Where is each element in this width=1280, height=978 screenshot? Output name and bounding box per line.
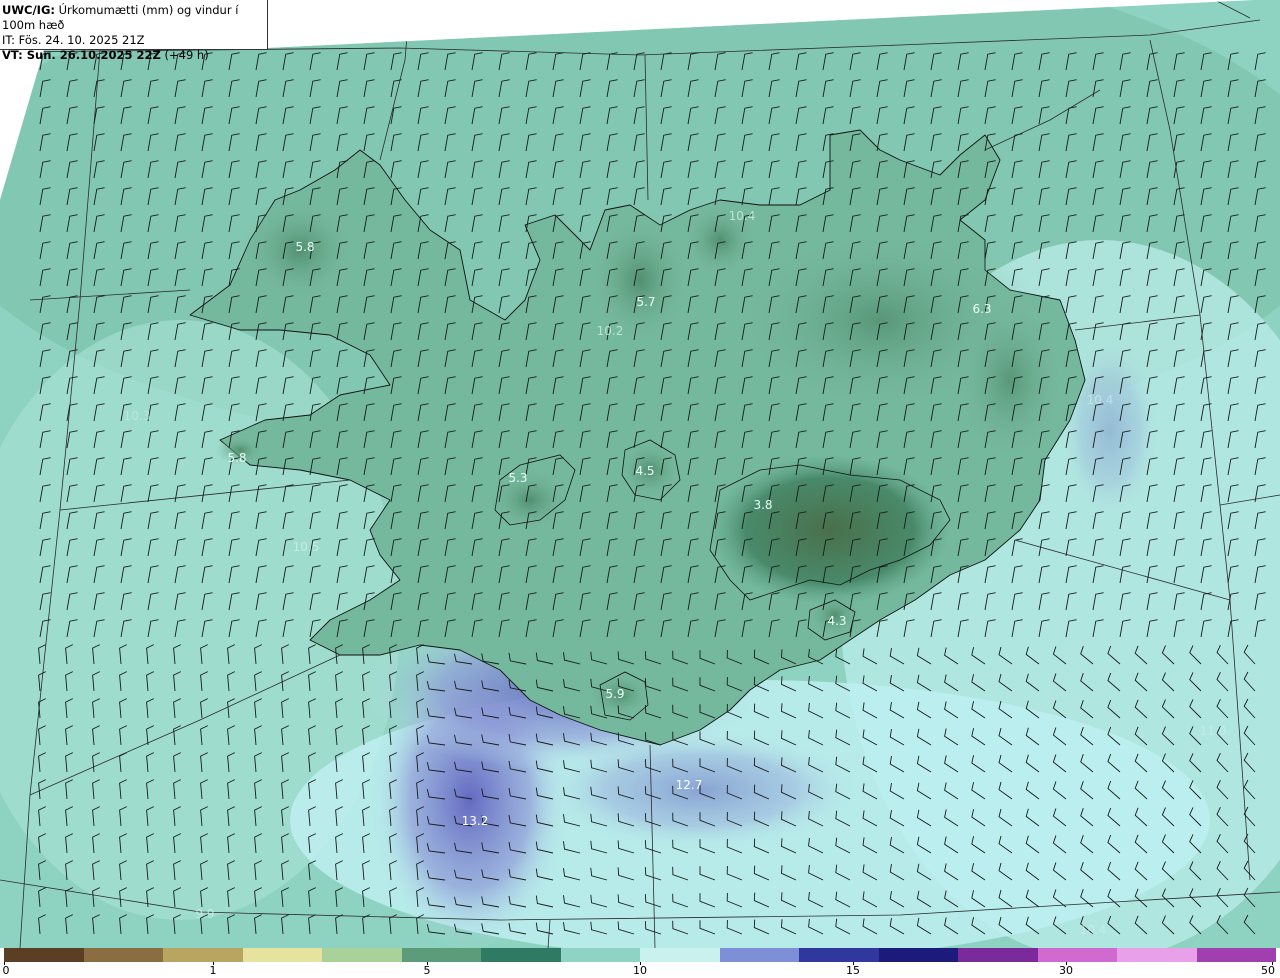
value-label: 10.4 xyxy=(729,209,756,223)
value-label: 10.5 xyxy=(293,540,320,554)
colorbar-tick-label: 0 xyxy=(2,964,10,977)
value-label: 11.0 xyxy=(1200,724,1227,738)
value-label: 5.7 xyxy=(636,295,655,309)
colorbar-tick-label: 50 xyxy=(1261,964,1275,977)
product-label: UWC/IG: xyxy=(2,3,55,17)
colorbar-segment xyxy=(719,948,799,962)
value-label: 5.8 xyxy=(295,240,314,254)
colorbar-segment xyxy=(163,948,243,962)
value-label: 4.5 xyxy=(635,464,654,478)
value-label: 10.2 xyxy=(597,324,624,338)
colorbar-strip xyxy=(4,948,1276,962)
value-label: 5.9 xyxy=(605,687,624,701)
colorbar-segment xyxy=(481,948,561,962)
colorbar-tick-label: 10 xyxy=(633,964,647,977)
colorbar-tick-label: 15 xyxy=(846,964,860,977)
value-label: 5.8 xyxy=(227,451,246,465)
colorbar-segment xyxy=(242,948,322,962)
lead-time: (+49 h) xyxy=(164,48,209,62)
value-label: 6.3 xyxy=(972,302,991,316)
colorbar-segment xyxy=(640,948,720,962)
map-title-box: UWC/IG: Úrkomumætti (mm) og vindur í 100… xyxy=(0,0,268,62)
valid-time: VT: Sun. 26.10.2025 22Z xyxy=(2,48,161,62)
value-label: 3.8 xyxy=(753,498,772,512)
value-label: 4.3 xyxy=(827,614,846,628)
colorbar-segment xyxy=(83,948,163,962)
value-label: 10.3 xyxy=(124,409,151,423)
precipitation-map: 5.8 5.7 10.2 10.4 6.3 10.4 4.5 5.3 3.8 5… xyxy=(0,0,1280,948)
colorbar-segment xyxy=(4,948,84,962)
colorbar-tick-label: 5 xyxy=(423,964,431,977)
colorbar-segment xyxy=(560,948,640,962)
colorbar-segment xyxy=(322,948,402,962)
colorbar-segment xyxy=(1037,948,1117,962)
colorbar-segment xyxy=(1117,948,1197,962)
value-label: 10.4 xyxy=(1080,923,1107,937)
init-time: IT: Fös. 24. 10. 2025 21Z xyxy=(2,33,145,47)
colorbar: 0 1 5 10 15 30 50 xyxy=(0,948,1280,978)
map-area: 5.8 5.7 10.2 10.4 6.3 10.4 4.5 5.3 3.8 5… xyxy=(0,0,1280,948)
value-label: 10.4 xyxy=(1087,393,1114,407)
colorbar-segment xyxy=(958,948,1038,962)
vatnajokull-area xyxy=(710,455,950,605)
value-label: 9.9 xyxy=(195,907,214,921)
colorbar-segment xyxy=(1196,948,1276,962)
colorbar-tick-label: 30 xyxy=(1059,964,1073,977)
value-label: 13.2 xyxy=(462,814,489,828)
value-label: 12.7 xyxy=(676,778,703,792)
colorbar-tick-label: 1 xyxy=(209,964,217,977)
colorbar-segment xyxy=(401,948,481,962)
colorbar-segment xyxy=(799,948,879,962)
colorbar-segment xyxy=(878,948,958,962)
value-label: 5.3 xyxy=(508,471,527,485)
